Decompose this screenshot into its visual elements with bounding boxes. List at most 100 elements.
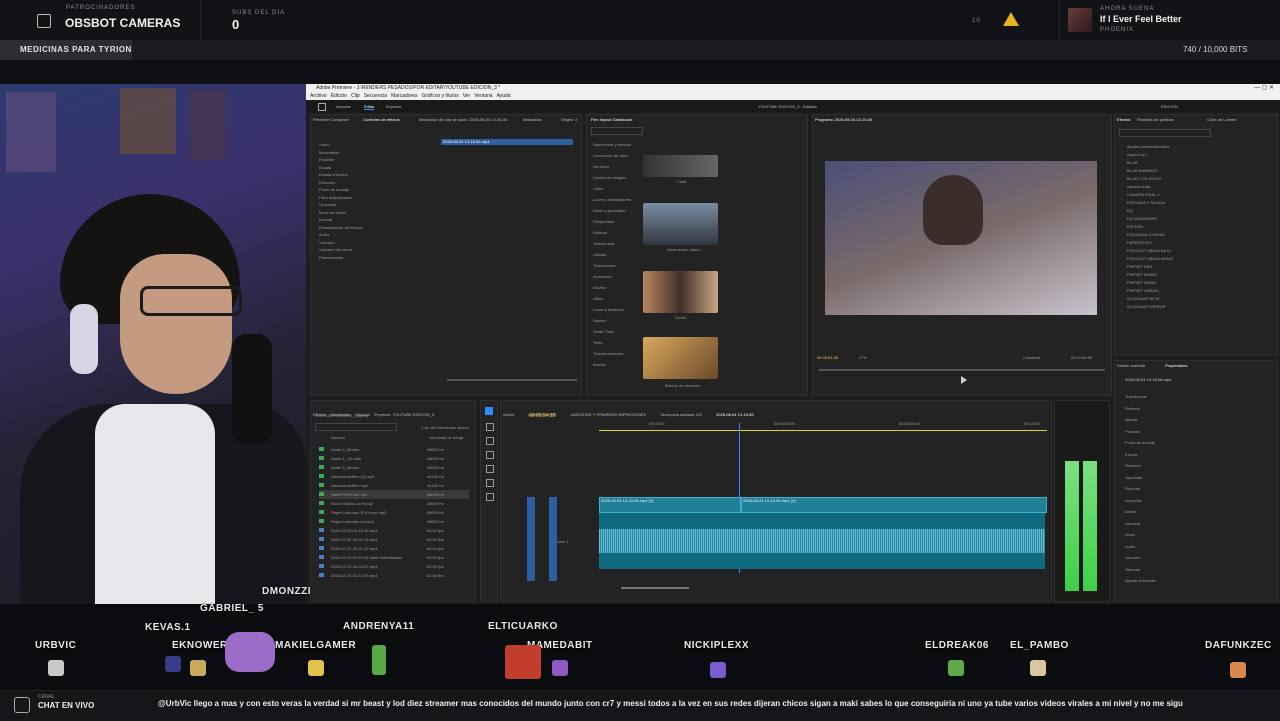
effect-preset-item[interactable]: PRESET EBA [1127, 263, 1267, 271]
project-item[interactable]: 2026-07-03 16-19-45.mp4 60.00 fps [319, 526, 469, 535]
film-impact-category[interactable]: Transformar [593, 238, 641, 249]
hand-icon[interactable] [486, 479, 494, 487]
effect-control-row[interactable]: Filtro antiparpadeo [319, 194, 439, 202]
property-row[interactable]: Recortar [1125, 483, 1265, 495]
track-select-icon[interactable] [486, 423, 494, 431]
effect-preset-item[interactable]: QUICKMAP MIRROR [1127, 303, 1267, 311]
effect-control-row[interactable]: Vídeo [319, 141, 439, 149]
tab-origin[interactable]: Origen: 2 [561, 117, 577, 122]
effect-preset-item[interactable]: PODCAST MEDIA MANO [1127, 255, 1267, 263]
film-impact-category[interactable]: Ruido y granulado [593, 205, 641, 216]
film-impact-category[interactable]: Luces y resplandores [593, 194, 641, 205]
effect-control-row[interactable]: Escala [319, 164, 439, 172]
project-item[interactable]: Payer Lentoneu ho.mp3 48000 Hz [319, 517, 469, 526]
thumb-cinta[interactable] [643, 155, 718, 177]
tab-graphics-templates[interactable]: Plantillas de gráficos [1137, 117, 1174, 122]
property-row[interactable]: Ajustar velocidad [1125, 575, 1265, 587]
tab-editar[interactable]: Editar [364, 104, 375, 110]
project-item[interactable]: clicksoundeffect (1).mp3 44100 Hz [319, 472, 469, 481]
project-item[interactable]: Audio 2_4Kmnn 48000 Hz [319, 445, 469, 454]
effect-control-row[interactable]: Reasignación del tiempo [319, 224, 439, 232]
film-impact-category[interactable]: Transformadores [593, 348, 641, 359]
property-row[interactable]: Punto de anclaje [1125, 437, 1265, 449]
project-item[interactable]: Room Salvan La Funq2 48000 Hz [319, 499, 469, 508]
play-button[interactable] [961, 376, 967, 384]
effect-control-row[interactable]: Panoramador [319, 254, 439, 262]
fi-search[interactable] [591, 127, 643, 135]
tab-lumetri[interactable]: Color de Lumetri [1207, 117, 1237, 122]
ripple-icon[interactable] [486, 437, 494, 445]
pen-icon[interactable] [486, 465, 494, 473]
effect-preset-item[interactable]: EQ VAINAMORC [1127, 215, 1267, 223]
property-row[interactable]: Opacidad [1125, 472, 1265, 484]
work-area-bar[interactable] [599, 430, 1047, 431]
menu-item[interactable]: Ayuda [497, 93, 511, 99]
menu-item[interactable]: Ventana [474, 93, 492, 99]
effect-preset-item[interactable]: camara lenta [1127, 183, 1267, 191]
selection-tool-icon[interactable] [485, 407, 493, 415]
timeline-tab[interactable]: 2026-08-04 13-15-06 [716, 412, 754, 417]
tab-effect-controls[interactable]: Controles de efectos [363, 117, 400, 122]
tab-exportar[interactable]: Exportar [386, 104, 401, 109]
film-impact-category[interactable]: Utilidad [593, 249, 641, 260]
timeline-scrollbar[interactable] [621, 587, 689, 589]
effect-preset-item[interactable]: PRESET MARIO [1127, 271, 1267, 279]
tab-properties[interactable]: Propiedades [1165, 363, 1187, 368]
effect-preset-item[interactable]: PODCAST MEDIA BAJA [1127, 247, 1267, 255]
scroll-track[interactable] [447, 379, 577, 381]
property-row[interactable]: Abajo [1125, 529, 1265, 541]
track-patch-2[interactable] [549, 497, 557, 581]
property-row[interactable]: Arriba [1125, 506, 1265, 518]
tab-effects[interactable]: Efectos [1117, 117, 1130, 122]
timeline-tab[interactable]: UNBOXING Y PRIMERAS IMPRESIONES [570, 412, 646, 417]
property-row[interactable]: Derecha [1125, 518, 1265, 530]
property-row[interactable]: Ajustar [1125, 414, 1265, 426]
program-zoom[interactable]: 37% [859, 355, 867, 360]
thumb-desenfoque[interactable] [643, 203, 718, 245]
property-row[interactable]: Izquierda [1125, 495, 1265, 507]
project-item[interactable]: 2026-07-29 16-34-37.mp4 60.00 fps [319, 562, 469, 571]
tab-essential-sound[interactable]: Sonido esencial [1117, 363, 1145, 368]
column-name[interactable]: Nombre [331, 435, 345, 440]
film-impact-category[interactable]: Barrido [593, 359, 641, 370]
effect-preset-item[interactable]: CAMARA FINAL 1 [1127, 191, 1267, 199]
film-impact-category[interactable]: Clave [593, 183, 641, 194]
effect-preset-item[interactable]: BLUR CON ZOOM [1127, 175, 1267, 183]
effect-control-row[interactable]: Volumen [319, 239, 439, 247]
effect-preset-item[interactable]: ENTRADA Y SALIDA [1127, 199, 1267, 207]
property-row[interactable]: Silenciar [1125, 564, 1265, 576]
film-impact-category[interactable]: Transiciones [593, 260, 641, 271]
project-search[interactable] [315, 423, 397, 431]
tab-metadata[interactable]: Metadatos [523, 117, 542, 122]
menu-item[interactable]: Edición [331, 93, 347, 99]
effect-control-row[interactable]: Rotación [319, 179, 439, 187]
effect-preset-item[interactable]: EQ [1127, 207, 1267, 215]
project-item[interactable]: 2026-07-29 19-57-06 Mallo Bateldelanin 60… [319, 553, 469, 562]
film-impact-category[interactable]: Corrección de color [593, 150, 641, 161]
effect-control-row[interactable]: Punto de anclaje [319, 186, 439, 194]
project-item[interactable]: 2026-07-21 20-07-42.mp4 60.00 fps [319, 544, 469, 553]
menu-item[interactable]: Marcadores [391, 93, 417, 99]
thumb-barrido[interactable] [643, 337, 718, 379]
film-impact-category[interactable]: Control de imagen [593, 172, 641, 183]
effect-preset-item[interactable]: PARENTESIS [1127, 239, 1267, 247]
effect-preset-item[interactable]: Appear up * [1127, 151, 1267, 159]
program-quality[interactable]: Completa [1023, 355, 1040, 360]
effect-control-row[interactable]: Volumen del canal [319, 246, 439, 254]
menu-item[interactable]: Archivo [310, 93, 327, 99]
project-item[interactable]: Payer Lentoneu Si II more.mp3 48000 Hz [319, 508, 469, 517]
project-item[interactable]: Audio 3_4Kmnn 48000 Hz [319, 463, 469, 472]
film-impact-category[interactable]: Glitch [593, 293, 641, 304]
property-row[interactable]: Rellenar [1125, 403, 1265, 415]
timeline-tab[interactable]: Secuencia anidada 122 [660, 412, 702, 417]
effect-control-row[interactable]: Opacidad [319, 201, 439, 209]
property-row[interactable]: Volumen [1125, 552, 1265, 564]
film-impact-category[interactable]: Estilizar [593, 227, 641, 238]
effect-control-row[interactable]: Posición [319, 156, 439, 164]
premiere-composer[interactable]: Premiere Composer [313, 117, 349, 122]
project-item[interactable]: Audio 1_ 61.mnn 48000 Hz [319, 454, 469, 463]
tab-audio-mixer[interactable]: Mezclador del clip de audio: 2026-08-04 … [419, 117, 507, 122]
property-row[interactable]: Transformar [1125, 391, 1265, 403]
project-item[interactable]: clicksoundeffect.mp3 44100 Hz [319, 481, 469, 490]
film-impact-category[interactable]: Perspectiva [593, 216, 641, 227]
